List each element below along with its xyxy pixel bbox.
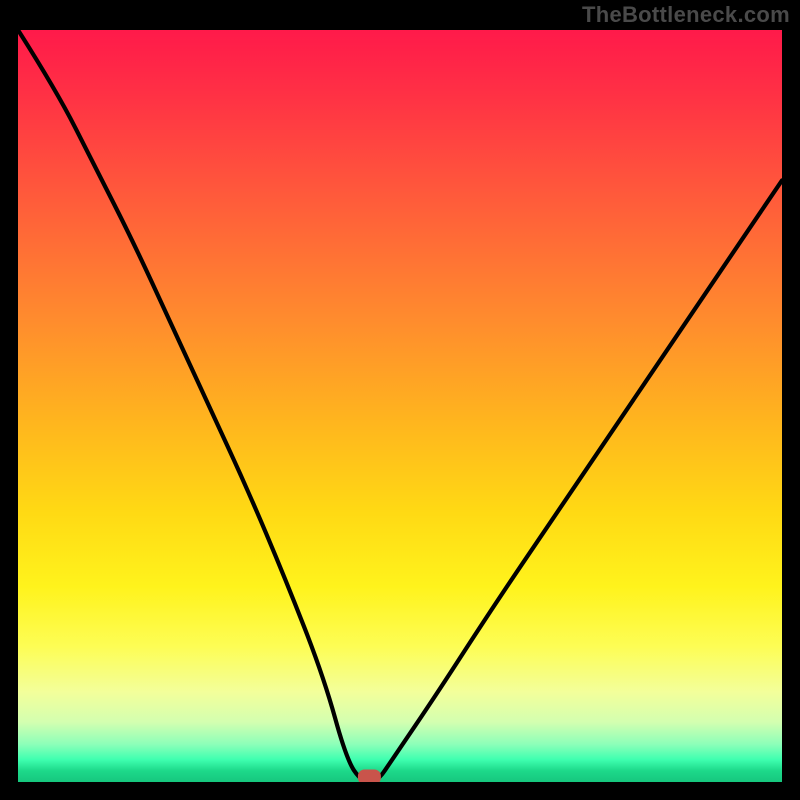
bottleneck-marker bbox=[358, 770, 380, 782]
attribution-text: TheBottleneck.com bbox=[582, 2, 790, 28]
plot-area bbox=[18, 30, 782, 782]
bottleneck-curve bbox=[18, 30, 782, 782]
curve-overlay bbox=[18, 30, 782, 782]
chart-frame: TheBottleneck.com bbox=[0, 0, 800, 800]
